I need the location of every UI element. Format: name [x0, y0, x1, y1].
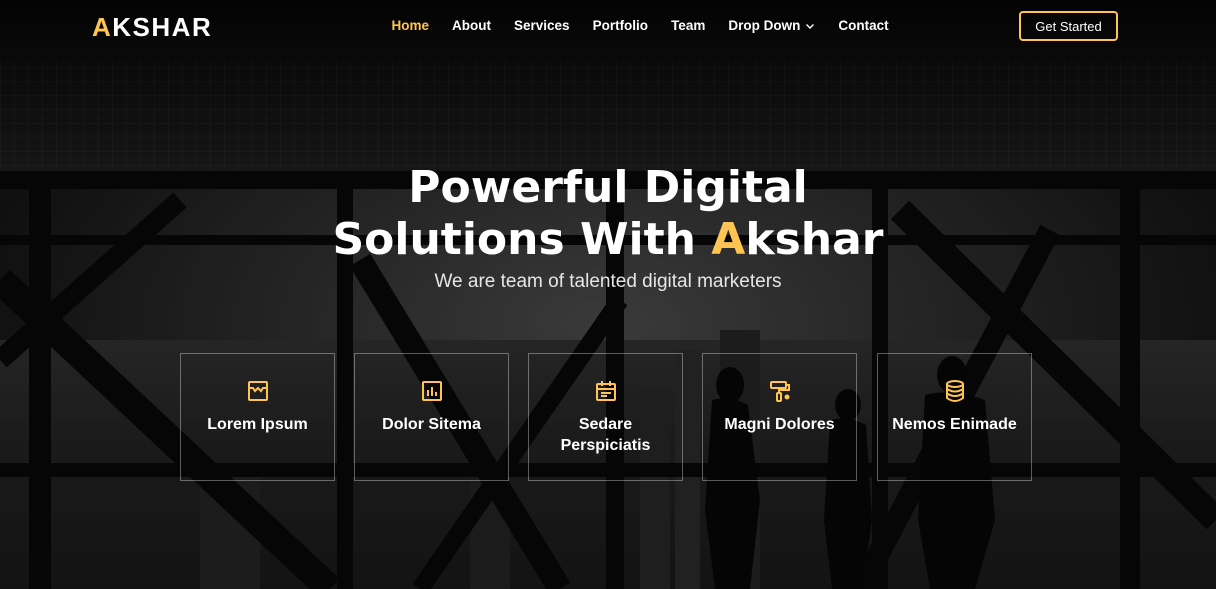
get-started-button[interactable]: Get Started	[1019, 11, 1118, 41]
nav-item-home[interactable]: Home	[380, 18, 441, 33]
database-icon	[945, 380, 964, 402]
paint-roller-icon	[769, 381, 790, 402]
hero-background-image	[0, 0, 1216, 589]
hero-title-line1: Powerful Digital	[408, 162, 808, 213]
feature-label: Magni Dolores	[724, 416, 835, 433]
feature-box-sedare-perspiciatis[interactable]: Sedare Perspiciatis	[528, 353, 683, 481]
nav-item-dropdown[interactable]: Drop Down	[717, 18, 827, 33]
nav-item-services[interactable]: Services	[503, 18, 582, 33]
hero-title-line2: Solutions With Akshar	[0, 214, 1216, 266]
feature-label: Sedare Perspiciatis	[560, 416, 651, 454]
calendar-icon	[595, 381, 616, 401]
hero-title-accent: A	[711, 214, 746, 265]
nav-item-contact[interactable]: Contact	[827, 18, 900, 33]
hero-title-line2-suffix: kshar	[745, 214, 884, 265]
chevron-down-icon	[806, 23, 815, 29]
brand-logo[interactable]: AKSHAR	[92, 12, 212, 43]
bar-chart-icon	[421, 381, 442, 401]
brand-logo-rest: KSHAR	[112, 12, 213, 42]
feature-label: Nemos Enimade	[892, 416, 1017, 433]
nav-item-team[interactable]: Team	[660, 18, 717, 33]
feature-box-lorem-ipsum[interactable]: Lorem Ipsum	[180, 353, 335, 481]
brand-logo-accent: A	[92, 12, 113, 42]
store-icon	[247, 381, 268, 401]
feature-box-dolor-sitema[interactable]: Dolor Sitema	[354, 353, 509, 481]
feature-label: Lorem Ipsum	[207, 416, 308, 433]
nav-item-about[interactable]: About	[441, 18, 503, 33]
nav-item-dropdown-label: Drop Down	[728, 18, 801, 33]
feature-box-magni-dolores[interactable]: Magni Dolores	[702, 353, 857, 481]
feature-box-nemos-enimade[interactable]: Nemos Enimade	[877, 353, 1032, 481]
feature-label: Dolor Sitema	[382, 416, 481, 433]
hero-title-line2-prefix: Solutions With	[332, 214, 712, 265]
hero-title: Powerful Digital Solutions With Akshar	[0, 162, 1216, 266]
nav-item-portfolio[interactable]: Portfolio	[581, 18, 660, 33]
hero-subtitle: We are team of talented digital marketer…	[434, 271, 782, 292]
main-navigation: Home About Services Portfolio Team Drop …	[380, 18, 900, 33]
